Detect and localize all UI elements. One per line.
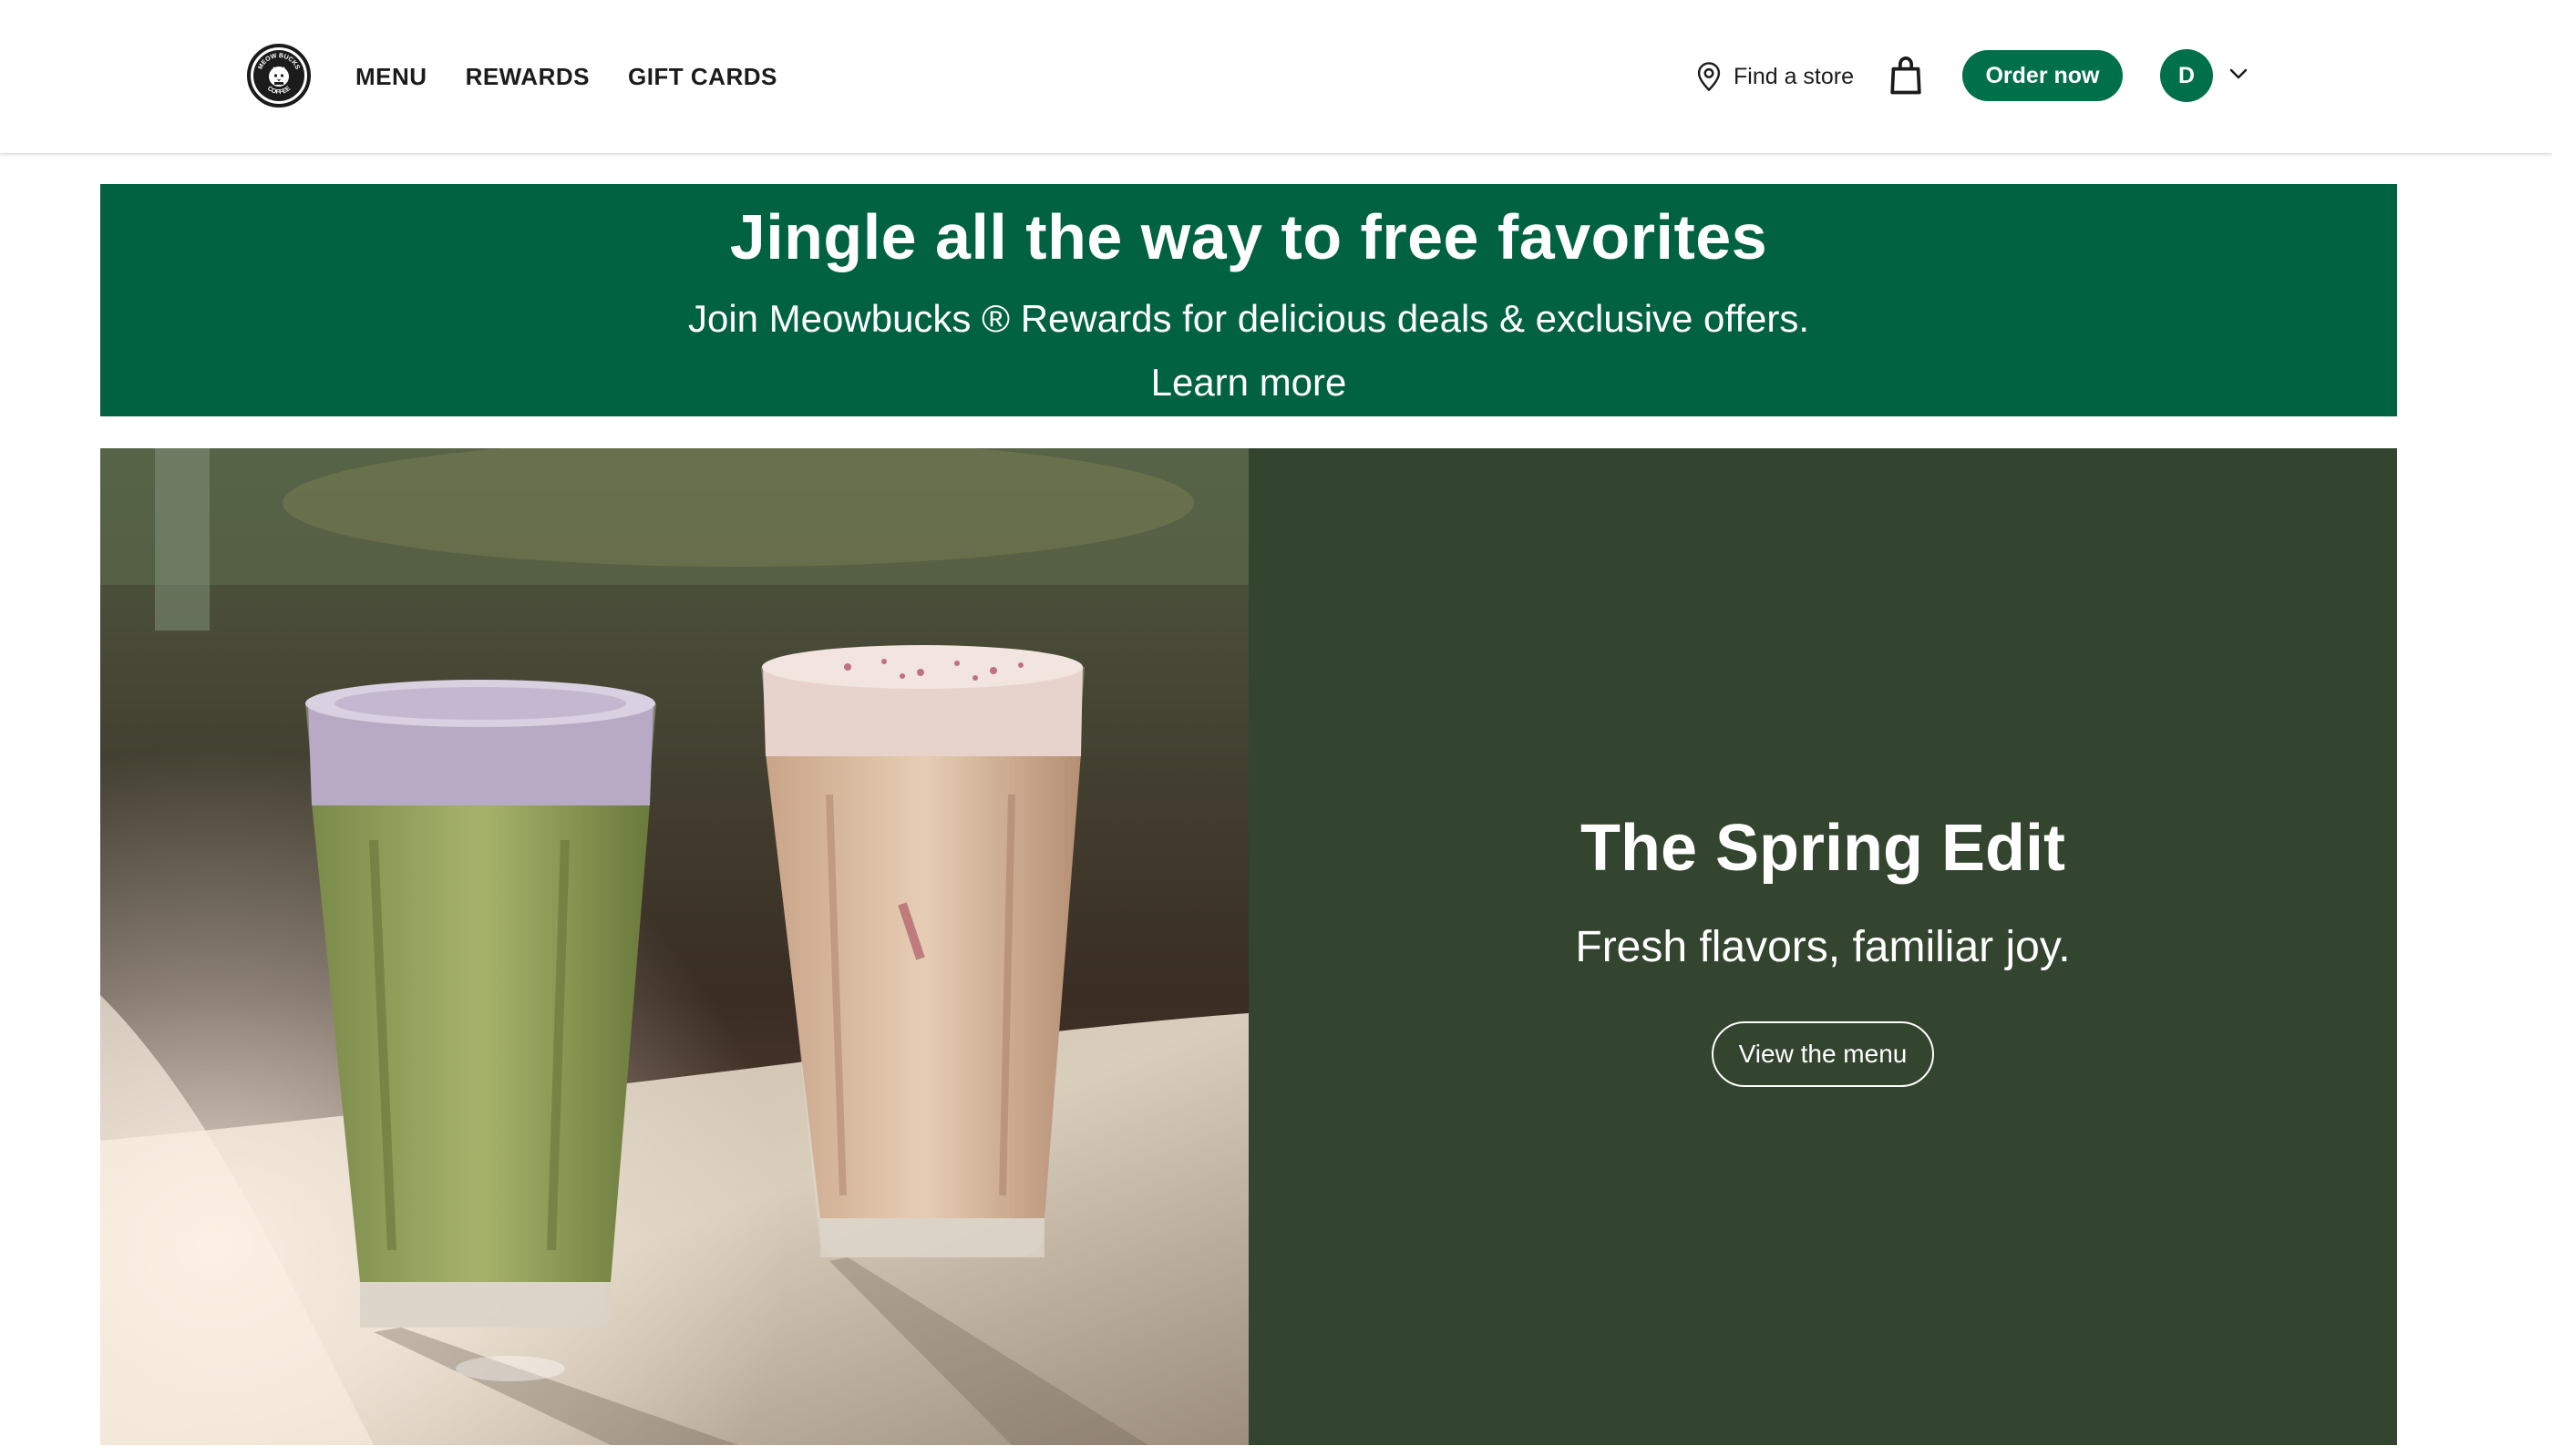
learn-more-link: Learn more: [100, 361, 2397, 405]
logo-ring-icon: MEOW BUCKS COFFEE: [257, 53, 300, 97]
drinks-photo: [100, 448, 1249, 1445]
promo-title: Jingle all the way to free favorites: [729, 201, 1768, 272]
logo-badge: MEOW BUCKS COFFEE: [253, 50, 304, 101]
feature-panel: The Spring Edit Fresh flavors, familiar …: [1249, 448, 2397, 1445]
brand-logo[interactable]: MEOW BUCKS COFFEE: [247, 44, 311, 108]
feature-title: The Spring Edit: [1580, 812, 2065, 885]
find-store-link[interactable]: Find a store: [1695, 58, 1854, 95]
nav-menu[interactable]: MENU: [355, 63, 427, 91]
rewards-promo-banner: Jingle all the way to free favorites Joi…: [100, 184, 2397, 416]
nav-gift-cards[interactable]: GIFT CARDS: [628, 63, 777, 91]
view-menu-button[interactable]: View the menu: [1712, 1021, 1934, 1087]
shopping-bag-icon[interactable]: [1888, 56, 1923, 95]
svg-text:COFFEE: COFFEE: [266, 86, 293, 97]
nav-rewards[interactable]: REWARDS: [466, 63, 590, 91]
learn-more-label[interactable]: Learn more: [1151, 361, 1347, 404]
account-avatar[interactable]: D: [2160, 49, 2213, 102]
feature-subtitle: Fresh flavors, familiar joy.: [1575, 923, 2071, 971]
chevron-down-icon[interactable]: [2228, 67, 2248, 81]
map-pin-icon: [1697, 62, 1721, 92]
site-header: MEOW BUCKS COFFEE MENU REWARDS GIFT CARD…: [0, 0, 2552, 153]
spring-edit-feature: The Spring Edit Fresh flavors, familiar …: [100, 448, 2397, 1445]
primary-nav: MENU REWARDS GIFT CARDS: [355, 0, 777, 153]
feature-image: [100, 448, 1249, 1445]
order-now-button[interactable]: Order now: [1962, 50, 2123, 101]
find-store-label: Find a store: [1734, 63, 1855, 89]
promo-subtitle: Join Meowbucks ® Rewards for delicious d…: [687, 297, 1810, 340]
